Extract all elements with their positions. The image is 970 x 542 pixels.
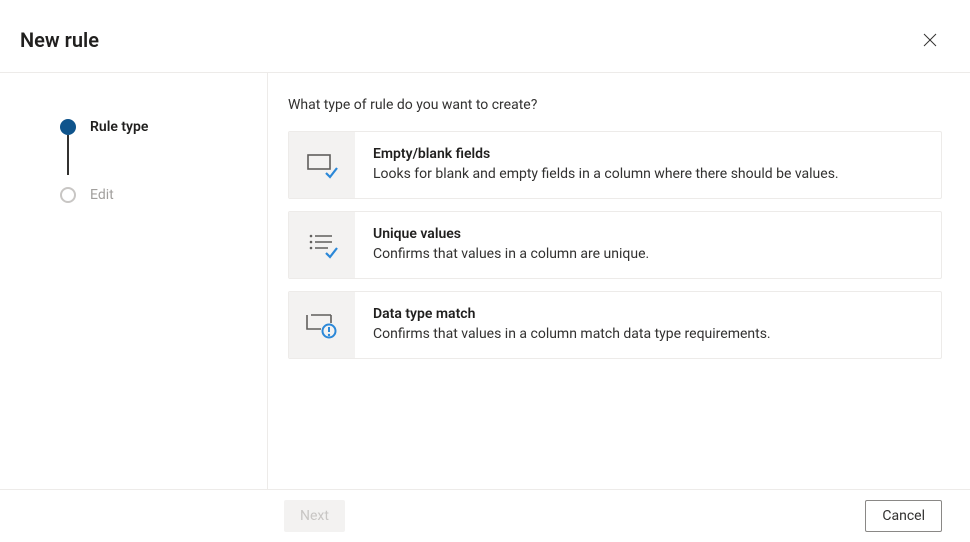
step-sidebar: Rule type Edit: [0, 73, 268, 493]
option-icon-cell: [289, 212, 355, 278]
option-icon-cell: [289, 292, 355, 358]
option-desc: Looks for blank and empty fields in a co…: [373, 166, 839, 182]
option-desc: Confirms that values in a column are uni…: [373, 246, 649, 262]
option-title: Empty/blank fields: [373, 146, 839, 162]
option-title: Data type match: [373, 306, 771, 322]
step-indicator-inactive: [60, 187, 76, 203]
option-desc: Confirms that values in a column match d…: [373, 326, 771, 342]
main-panel: What type of rule do you want to create?…: [268, 73, 970, 493]
cancel-button[interactable]: Cancel: [865, 500, 942, 532]
unique-values-icon: [306, 231, 338, 259]
option-body: Data type match Confirms that values in …: [355, 292, 789, 358]
step-indicator-active: [60, 119, 76, 135]
option-empty-blank-fields[interactable]: Empty/blank fields Looks for blank and e…: [288, 131, 942, 199]
close-button[interactable]: [914, 24, 946, 56]
close-icon: [923, 33, 937, 47]
option-unique-values[interactable]: Unique values Confirms that values in a …: [288, 211, 942, 279]
dialog-body: Rule type Edit What type of rule do you …: [0, 73, 970, 493]
data-type-match-icon: [305, 311, 339, 339]
option-data-type-match[interactable]: Data type match Confirms that values in …: [288, 291, 942, 359]
dialog-header: New rule: [0, 0, 970, 72]
dialog-footer: Next Cancel: [0, 489, 970, 542]
page-title: New rule: [20, 28, 99, 52]
option-body: Unique values Confirms that values in a …: [355, 212, 667, 278]
option-title: Unique values: [373, 226, 649, 242]
step-label: Rule type: [90, 119, 148, 135]
step-edit[interactable]: Edit: [60, 181, 247, 209]
next-button[interactable]: Next: [284, 500, 345, 532]
option-body: Empty/blank fields Looks for blank and e…: [355, 132, 857, 198]
step-rule-type[interactable]: Rule type: [60, 113, 247, 141]
step-connector: [67, 135, 69, 175]
empty-field-icon: [306, 151, 338, 179]
option-icon-cell: [289, 132, 355, 198]
step-label: Edit: [90, 187, 114, 203]
rule-type-question: What type of rule do you want to create?: [288, 97, 942, 113]
